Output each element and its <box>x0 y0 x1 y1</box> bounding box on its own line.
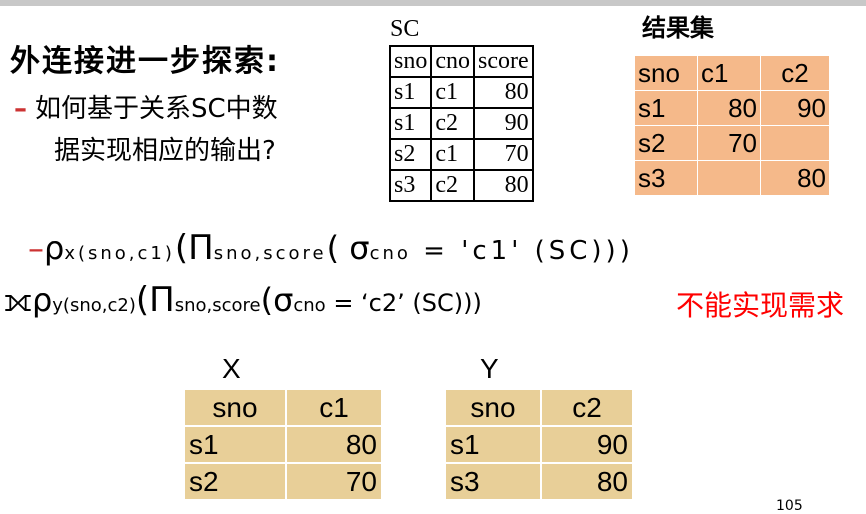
page-number: 105 <box>776 498 803 514</box>
sc-table: sno cno score s1 c1 80 s1 c2 90 s2 c1 70… <box>388 45 534 202</box>
table-row: s1 90 <box>444 425 634 464</box>
table-row: s1 c1 80 <box>388 76 534 109</box>
table-row: s2 70 <box>634 125 830 161</box>
column-header: cno <box>430 45 475 78</box>
column-header: sno <box>183 388 287 427</box>
table-row: s3 80 <box>444 462 634 501</box>
table-header-row: sno c1 c2 <box>634 55 830 91</box>
rho-subscript: x(sno,c1) <box>64 243 175 264</box>
table-cell: c2 <box>430 107 475 140</box>
table-cell: 70 <box>697 125 761 161</box>
table-cell: c1 <box>430 76 475 109</box>
table-cell: 80 <box>473 169 534 202</box>
top-divider-bar <box>0 0 866 6</box>
table-cell: 70 <box>285 462 383 501</box>
slide-title: 外连接进一步探索: <box>10 44 280 79</box>
bullet-question: – 如何基于关系SC中数 据实现相应的输出? <box>14 88 278 172</box>
column-header: sno <box>634 55 698 91</box>
bullet-dash: – <box>14 94 27 124</box>
pi-subscript: sno,score <box>213 243 327 264</box>
rho-symbol: ρ <box>44 229 65 267</box>
table-row: s3 c2 80 <box>388 169 534 202</box>
table-row: s1 80 90 <box>634 90 830 126</box>
table-cell: s2 <box>388 138 433 171</box>
table-row: s2 c1 70 <box>388 138 534 171</box>
y-table: sno c2 s1 90 s3 80 <box>444 388 634 501</box>
table-cell: s3 <box>444 462 542 501</box>
table-cell: s1 <box>388 107 433 140</box>
sigma-subscript: cno <box>369 243 411 264</box>
table-cell: s2 <box>183 462 287 501</box>
column-header: sno <box>444 388 542 427</box>
pi-subscript: sno,score <box>174 295 261 316</box>
table-cell: c2 <box>430 169 475 202</box>
table-cell: 90 <box>760 90 830 126</box>
bullet-line-2: 据实现相应的输出? <box>54 136 276 166</box>
table-cell: 80 <box>473 76 534 109</box>
bullet-line-1: 如何基于关系SC中数 <box>35 94 278 124</box>
table-cell: c1 <box>430 138 475 171</box>
table-cell: s1 <box>183 425 287 464</box>
rho-symbol: ρ <box>31 281 53 319</box>
column-header: c1 <box>285 388 383 427</box>
table-header-row: sno cno score <box>388 45 534 78</box>
table-cell: s1 <box>634 90 698 126</box>
table-row: s3 80 <box>634 160 830 196</box>
x-table: sno c1 s1 80 s2 70 <box>183 388 383 501</box>
failure-note: 不能实现需求 <box>676 291 845 322</box>
pi-open: (Π <box>174 228 214 268</box>
expression-dash: – <box>28 229 44 267</box>
table-row: s1 c2 90 <box>388 107 534 140</box>
sc-table-label: SC <box>390 16 420 42</box>
y-table-label: Y <box>480 353 499 384</box>
result-table: sno c1 c2 s1 80 90 s2 70 s3 80 <box>634 55 830 196</box>
condition-text: = 'c1' (SC))) <box>410 236 634 266</box>
sigma-open: ( σ <box>326 229 370 267</box>
table-row: s2 70 <box>183 462 383 501</box>
column-header: sno <box>388 45 433 78</box>
table-cell: 80 <box>697 90 761 126</box>
x-table-label: X <box>222 353 241 384</box>
column-header: score <box>473 45 534 78</box>
table-cell: 80 <box>540 462 634 501</box>
column-header: c2 <box>760 55 830 91</box>
column-header: c2 <box>540 388 634 427</box>
rho-subscript: y(sno,c2) <box>52 295 136 316</box>
table-header-row: sno c2 <box>444 388 634 427</box>
table-cell: 80 <box>760 160 830 196</box>
table-cell: s3 <box>388 169 433 202</box>
table-cell: s3 <box>634 160 698 196</box>
table-cell: s2 <box>634 125 698 161</box>
sigma-subscript: cno <box>293 295 326 316</box>
table-cell <box>697 160 761 196</box>
pi-open: (Π <box>135 280 175 320</box>
expression-line-2: ⟗ρy(sno,c2)(Πsno,score(σcno = ‘c2’ (SC))… <box>4 280 482 320</box>
table-cell: s1 <box>388 76 433 109</box>
table-cell: s1 <box>444 425 542 464</box>
sigma-open: (σ <box>260 281 294 319</box>
table-header-row: sno c1 <box>183 388 383 427</box>
table-cell <box>760 125 830 161</box>
column-header: c1 <box>697 55 761 91</box>
table-cell: 90 <box>473 107 534 140</box>
table-row: s1 80 <box>183 425 383 464</box>
result-table-label: 结果集 <box>642 14 714 42</box>
table-cell: 90 <box>540 425 634 464</box>
outer-join-icon: ⟗ <box>4 281 32 319</box>
table-cell: 80 <box>285 425 383 464</box>
condition-text: = ‘c2’ (SC))) <box>325 289 482 317</box>
expression-line-1: –ρx(sno,c1)(Πsno,score( σcno = 'c1' (SC)… <box>28 228 634 268</box>
table-cell: 70 <box>473 138 534 171</box>
